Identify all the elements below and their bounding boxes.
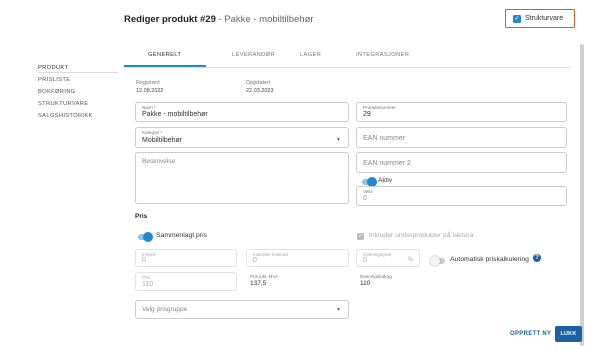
active-tab-indicator — [124, 65, 206, 67]
title-product-name: Pakke - mobiltilbehør — [224, 14, 314, 25]
help-icon[interactable]: ? — [533, 254, 541, 262]
strukturvare-checkbox[interactable]: ✓ Strukturvare — [505, 9, 575, 28]
sidebar-item-produkt[interactable]: PRODUKT — [38, 65, 118, 71]
inkluder-label: Inkluder underprodukter på faktura — [369, 232, 474, 239]
kategori-value: Mobiltilbehør — [142, 137, 183, 144]
prisgruppe-placeholder: Velg prisgruppe — [142, 306, 188, 313]
vekt-value: 0 — [363, 195, 367, 202]
pris-inkl-mva-label: Pris inkl. MVA — [250, 274, 279, 279]
dekningsbidrag-label: Dekningsbidrag — [360, 274, 392, 279]
opprett-ny-button[interactable]: OPPRETT NY — [510, 331, 551, 337]
aktiv-label: Aktiv — [378, 177, 393, 184]
pris-section-title: Pris — [135, 213, 148, 220]
sidebar-item-strukturvare[interactable]: STRUKTURVARE — [38, 101, 118, 107]
title-product-id: Rediger produkt #29 — [124, 14, 216, 25]
registrert-label: Registrert — [136, 80, 160, 86]
navn-field[interactable]: Navn * Pakke - mobiltilbehør — [135, 102, 349, 122]
sidebar-item-prisliste[interactable]: PRISLISTE — [38, 77, 118, 83]
lukk-button[interactable]: LUKK — [555, 326, 582, 342]
prisgruppe-select[interactable]: Velg prisgruppe ▼ — [135, 300, 349, 319]
tab-integrasjoner[interactable]: INTEGRASJONER — [356, 52, 409, 58]
dekningsbidrag-value: 110 — [360, 280, 371, 287]
chevron-down-icon: ▼ — [336, 307, 341, 313]
toggle-knob — [143, 232, 153, 242]
navn-label: Navn * — [142, 105, 156, 110]
tab-lager[interactable]: LAGER — [300, 52, 321, 58]
tab-generelt[interactable]: GENERELT — [148, 52, 181, 58]
dekningsgrad-field[interactable]: Dekningsgrad 0 % — [356, 249, 420, 267]
chevron-down-icon: ▼ — [336, 137, 341, 143]
sidebar-item-salgshistorikk[interactable]: SALGSHISTORIKK — [38, 113, 118, 119]
indirekte-kostnad-label: Indirekte kostnad — [253, 252, 288, 257]
beskrivelse-textarea[interactable]: Beskrivelse — [135, 152, 349, 204]
pris-label: Pris — [142, 275, 150, 280]
vekt-field[interactable]: Vekt 0 — [356, 186, 567, 206]
checkbox-checked-icon: ✓ — [513, 14, 521, 23]
pris-field[interactable]: Pris 110 — [135, 272, 237, 291]
scrollbar[interactable] — [580, 44, 584, 346]
kategori-label: Kategori * — [142, 130, 163, 135]
inkluder-checkbox[interactable]: ✓ — [357, 233, 364, 240]
pris-inkl-mva-value: 137,5 — [250, 280, 267, 287]
produktnummer-label: Produktnummer — [363, 105, 396, 110]
toggle-knob — [430, 256, 440, 266]
page-title: Rediger produkt #29 - Pakke - mobiltilbe… — [124, 14, 314, 25]
vekt-label: Vekt — [363, 189, 372, 194]
pris-value: 110 — [142, 281, 154, 288]
dekningsgrad-value: 0 — [363, 257, 367, 264]
percent-suffix: % — [407, 257, 413, 263]
oppdatert-label: Oppdatert — [246, 80, 271, 86]
indirekte-kostnad-field[interactable]: Indirekte kostnad 0 — [246, 249, 349, 267]
automatisk-priskalkulering-toggle[interactable] — [430, 256, 445, 266]
sammenlagt-pris-label: Sammenlagt pris — [156, 232, 207, 239]
tab-bar-divider — [124, 67, 570, 68]
aktiv-toggle[interactable] — [362, 177, 377, 187]
produktnummer-field[interactable]: Produktnummer 29 — [356, 102, 567, 122]
tab-leverandor[interactable]: LEVERANDØR — [232, 52, 275, 58]
registrert-value: 12.08.2022 — [136, 88, 164, 94]
automatisk-priskalkulering-label: Automatisk priskalkulering — [450, 256, 529, 263]
ean-placeholder: EAN nummer — [363, 135, 406, 142]
innpris-field[interactable]: Innpris 0 — [135, 249, 237, 267]
sidebar-divider — [38, 72, 118, 73]
ean2-field[interactable]: EAN nummer 2 — [356, 152, 567, 173]
sidebar-item-bokforing[interactable]: BOKFØRING — [38, 89, 118, 95]
beskrivelse-placeholder: Beskrivelse — [142, 158, 176, 165]
ean2-placeholder: EAN nummer 2 — [363, 160, 411, 167]
kategori-select[interactable]: Kategori * Mobiltilbehør ▼ — [135, 127, 349, 148]
innpris-value: 0 — [142, 257, 146, 264]
ean-field[interactable]: EAN nummer — [356, 127, 567, 148]
navn-value: Pakke - mobiltilbehør — [142, 111, 208, 118]
produktnummer-value: 29 — [363, 111, 371, 118]
indirekte-kostnad-value: 0 — [253, 257, 257, 264]
strukturvare-label: Strukturvare — [525, 15, 564, 22]
dekningsgrad-label: Dekningsgrad — [363, 252, 392, 257]
oppdatert-value: 22.03.2023 — [246, 88, 274, 94]
sammenlagt-pris-toggle[interactable] — [138, 232, 153, 242]
